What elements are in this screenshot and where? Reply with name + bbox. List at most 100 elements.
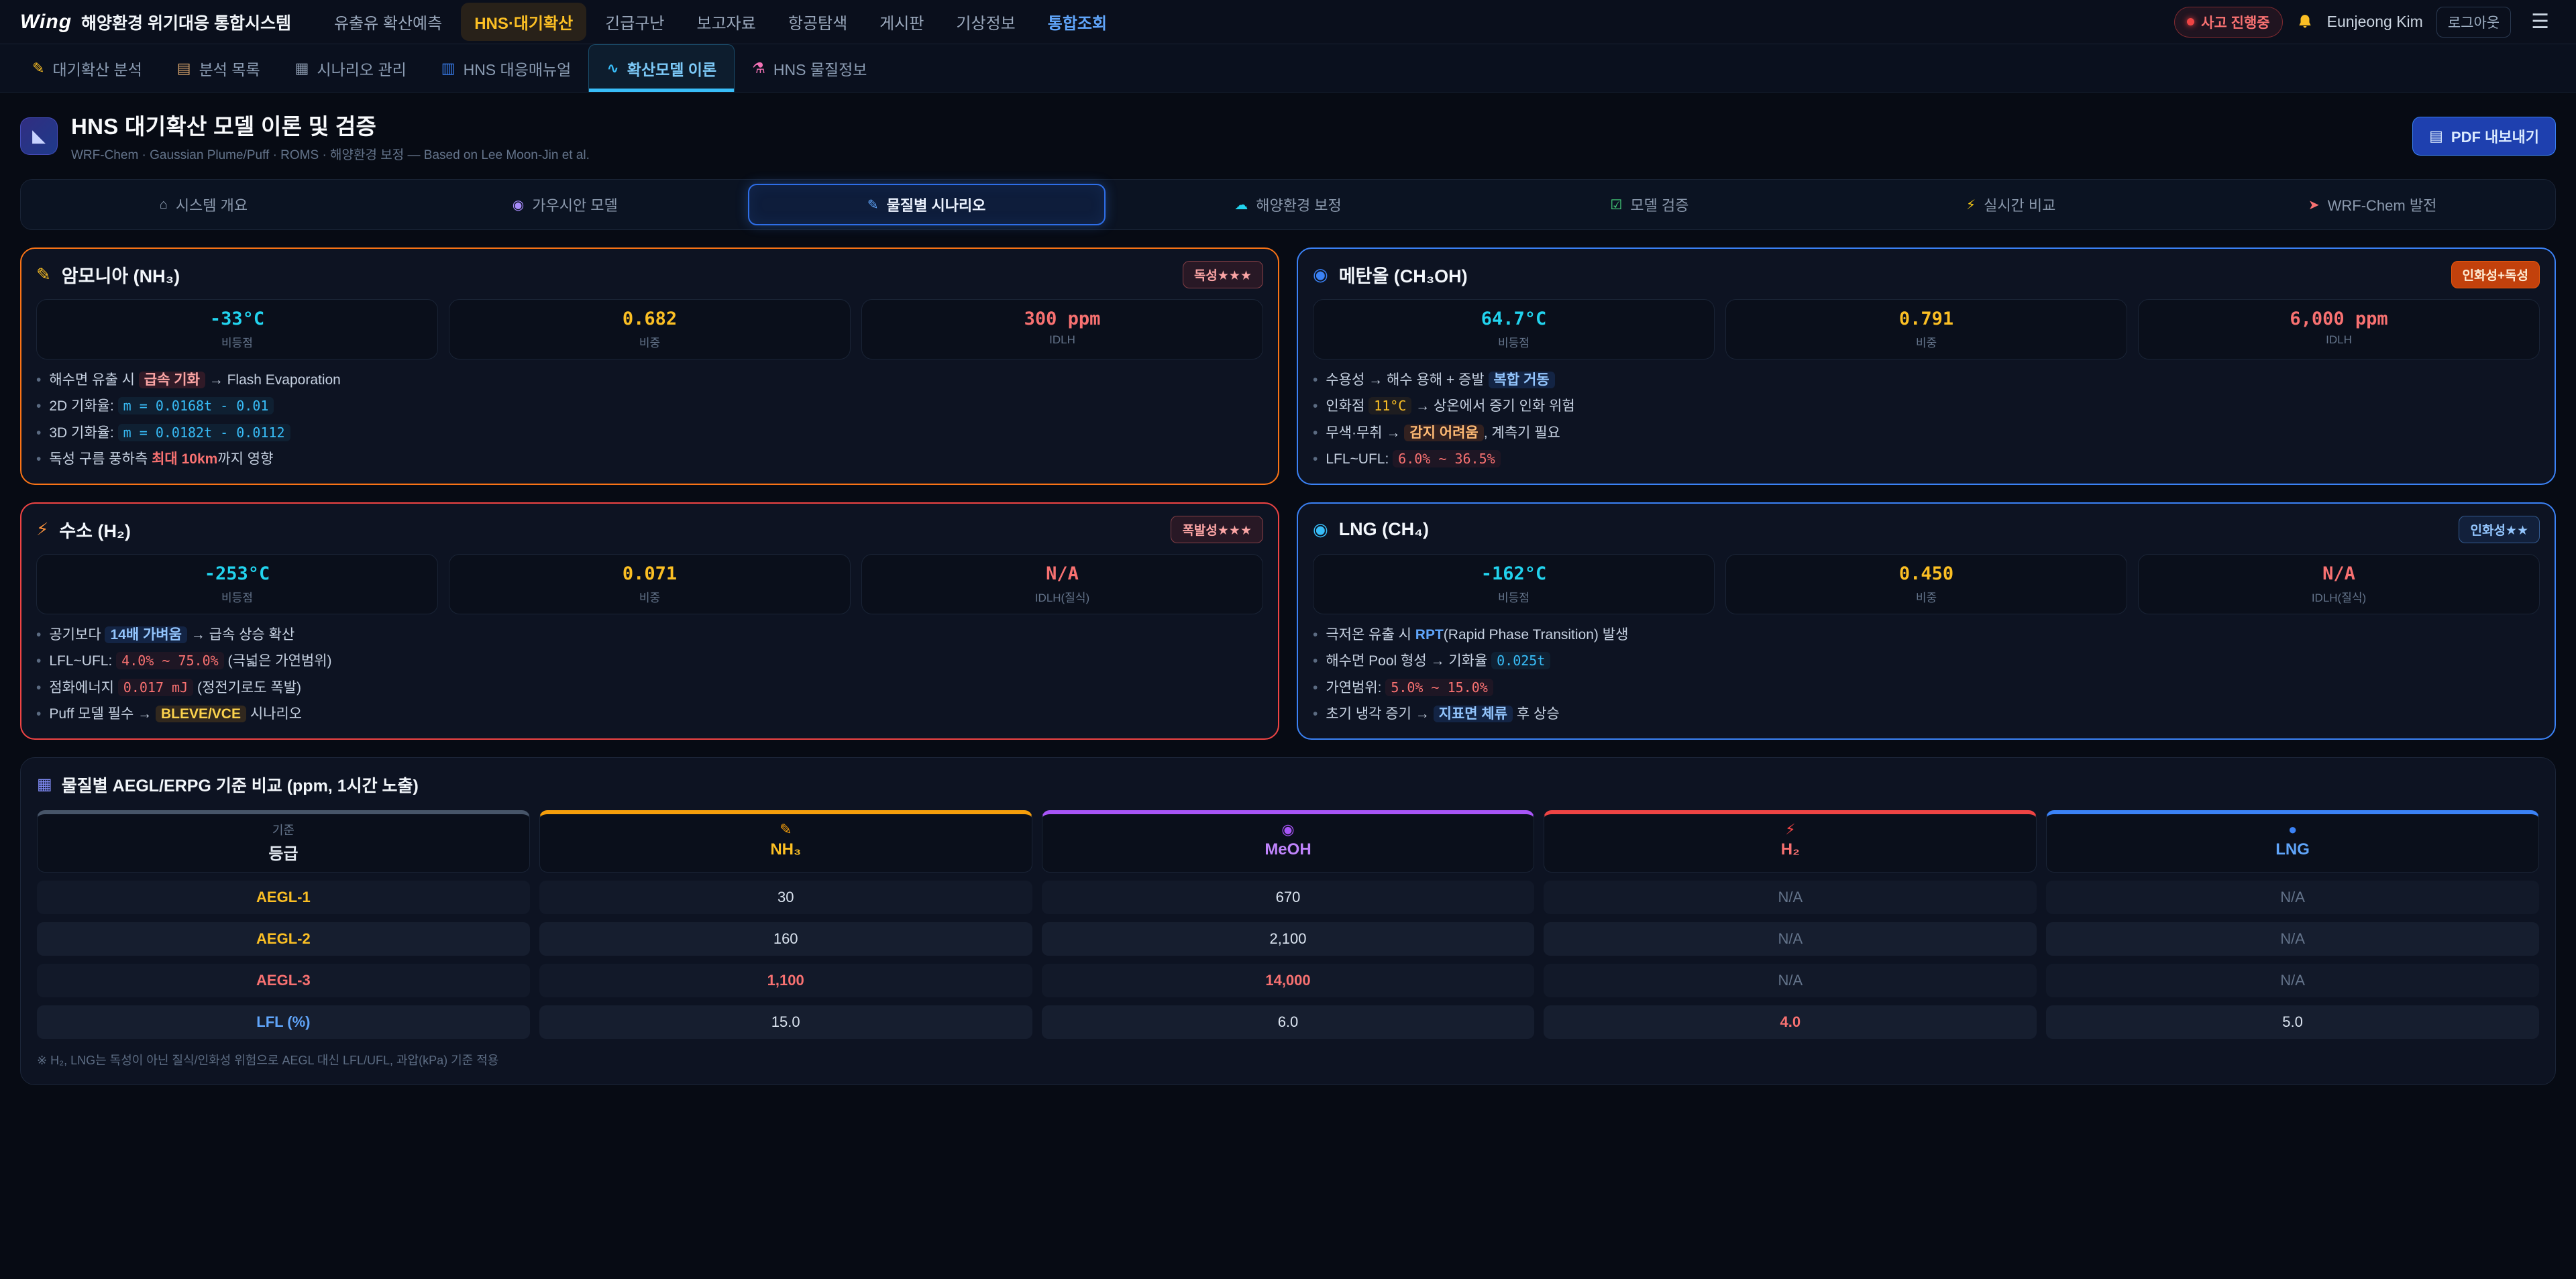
subnav-item[interactable]: ✎대기확산 분석 (15, 44, 160, 92)
bullet-text: 점화에너지 0.017 mJ (정전기로도 폭발) (49, 678, 301, 698)
page-title: HNS 대기확산 모델 이론 및 검증 (71, 109, 590, 141)
table-cell: 30 (539, 881, 1032, 914)
table-cell: N/A (1544, 881, 2037, 914)
substance-name: LNG (CH₄) (1339, 519, 2449, 540)
bullet-item: •해수면 유출 시 급속 기화 → Flash Evaporation (36, 370, 1263, 390)
section-tab[interactable]: ◉가우시안 모델 (386, 184, 744, 225)
section-tab[interactable]: ⌂시스템 개요 (25, 184, 382, 225)
substance-card: ⚡수소 (H₂)폭발성★★★-253°C비등점0.071비중N/AIDLH(질식… (20, 502, 1279, 740)
bullet-marker: • (1313, 396, 1318, 416)
bullet-item: •독성 구름 풍하측 최대 10km까지 영향 (36, 449, 1263, 469)
bullet-text: 해수면 Pool 형성 → 기화율 0.025t (1326, 651, 1550, 671)
section-tab-label: 실시간 비교 (1984, 194, 2055, 215)
bullet-item: •가연범위: 5.0% ~ 15.0% (1313, 678, 2540, 698)
section-tab[interactable]: ✎물질별 시나리오 (748, 184, 1106, 225)
table-cell: 14,000 (1042, 964, 1535, 997)
subnav-item-label: 분석 목록 (199, 57, 260, 80)
table-column-header: ✎NH₃ (539, 810, 1032, 873)
bullet-marker: • (36, 370, 41, 390)
text-segment: (Rapid Phase Transition) 발생 (1444, 627, 1629, 643)
marine-correction-icon: ☁ (1234, 197, 1248, 213)
incident-badge-label: 사고 진행중 (2201, 12, 2269, 32)
stat-value: -33°C (42, 309, 432, 329)
subnav-item-label: 확산모델 이론 (627, 57, 716, 80)
rocket-icon: ➤ (2308, 197, 2320, 213)
text-segment: 까지 영향 (217, 451, 273, 467)
subnav-item-label: HNS 물질정보 (773, 57, 867, 80)
bullet-text: 공기보다 14배 가벼움 → 급속 상승 확산 (49, 625, 294, 645)
bullet-marker: • (1313, 625, 1318, 645)
table-row-label: AEGL-1 (37, 881, 530, 914)
brand: Wing 해양환경 위기대응 통합시스템 (20, 10, 291, 34)
text-segment: (극넓은 가연범위) (224, 653, 332, 669)
bullet-text: 3D 기화율: m = 0.0182t - 0.0112 (49, 423, 290, 443)
section-tab[interactable]: ⚡실시간 비교 (1832, 184, 2190, 225)
page-header: ◣ HNS 대기확산 모델 이론 및 검증 WRF-Chem · Gaussia… (0, 93, 2576, 175)
table-row-label: LFL (%) (37, 1005, 530, 1039)
text-segment: → Flash Evaporation (205, 372, 341, 388)
text-segment: 5.0% ~ 15.0% (1385, 679, 1493, 696)
subnav-item[interactable]: ∿확산모델 이론 (588, 44, 735, 92)
subnav-item[interactable]: ▥HNS 대응매뉴얼 (424, 44, 589, 92)
logout-button[interactable]: 로그아웃 (2436, 7, 2511, 38)
pdf-export-button[interactable]: ▤ PDF 내보내기 (2412, 117, 2556, 156)
subnav-item[interactable]: ⚗HNS 물질정보 (735, 44, 884, 92)
stat-label: 비등점 (1319, 588, 1709, 605)
bullet-marker: • (36, 625, 41, 645)
stat-box: -162°C 비등점 (1313, 554, 1715, 614)
table-footnote: ※ H₂, LNG는 독성이 아닌 질식/인화성 위험으로 AEGL 대신 LF… (37, 1051, 2539, 1068)
table-cell: 670 (1042, 881, 1535, 914)
main-menu-item[interactable]: 긴급구난 (592, 3, 678, 41)
table-title-label: 물질별 AEGL/ERPG 기준 비교 (ppm, 1시간 노출) (62, 773, 419, 797)
text-segment: RPT (1415, 627, 1444, 643)
table-cell: N/A (2046, 964, 2539, 997)
stat-value: N/A (867, 563, 1257, 584)
main-menu-item[interactable]: 유출유 확산예측 (321, 3, 455, 41)
text-segment: → 급속 상승 확산 (187, 627, 294, 643)
notification-bell-icon[interactable] (2296, 13, 2314, 31)
hamburger-menu-icon[interactable]: ☰ (2524, 9, 2556, 35)
stat-value: 0.791 (1731, 309, 2121, 329)
column-name: NH₃ (540, 840, 1032, 859)
stat-value: 300 ppm (867, 309, 1257, 329)
column-name: 등급 (38, 840, 529, 864)
stat-box: 0.682비중 (449, 299, 851, 359)
stat-value: 0.450 (1731, 563, 2121, 584)
section-tab[interactable]: ☁ 해양환경 보정 (1110, 184, 1467, 225)
table-title: ▦ 물질별 AEGL/ERPG 기준 비교 (ppm, 1시간 노출) (37, 773, 2539, 797)
bullet-item: •수용성 → 해수 용해 + 증발 복합 거동 (1313, 370, 2540, 390)
section-tab-label: 해양환경 보정 (1256, 194, 1342, 215)
stat-label: 비등점 (42, 588, 432, 605)
stat-value: -162°C (1319, 563, 1709, 584)
bullet-text: Puff 모델 필수 → BLEVE/VCE 시나리오 (49, 704, 302, 724)
substance-card-header: ⚡수소 (H₂)폭발성★★★ (36, 516, 1263, 543)
section-tab[interactable]: ➤WRF-Chem 발전 (2194, 184, 2551, 225)
main-menu-item[interactable]: 항공탐색 (775, 3, 861, 41)
text-segment: 점화에너지 (49, 680, 117, 696)
bullet-marker: • (36, 678, 41, 698)
text-segment: 11°C (1368, 397, 1411, 414)
subnav-item[interactable]: ▤분석 목록 (160, 44, 278, 92)
main-menu-item[interactable]: 기상정보 (943, 3, 1028, 41)
section-tab[interactable]: ☑모델 검증 (1470, 184, 1828, 225)
bullet-marker: • (1313, 423, 1318, 443)
main-menu-item[interactable]: 통합조회 (1034, 3, 1120, 41)
main-menu-item[interactable]: HNS·대기확산 (461, 3, 586, 41)
bullet-item: •3D 기화율: m = 0.0182t - 0.0112 (36, 423, 1263, 443)
bullet-marker: • (1313, 651, 1318, 671)
table-row-label: AEGL-2 (37, 922, 530, 956)
stat-label: 비중 (455, 588, 845, 605)
stat-label: 비중 (1731, 333, 2121, 350)
table-grid-icon: ▦ (37, 775, 52, 794)
bullet-item: •인화점 11°C → 상온에서 증기 인화 위험 (1313, 396, 2540, 416)
subnav-item[interactable]: ▦시나리오 관리 (278, 44, 424, 92)
stat-label: IDLH (867, 333, 1257, 347)
stat-label: IDLH(질식) (2144, 588, 2534, 605)
main-menu-item[interactable]: 게시판 (866, 3, 937, 41)
main-menu-item[interactable]: 보고자료 (684, 3, 769, 41)
text-segment: 4.0% ~ 75.0% (116, 652, 224, 669)
stat-label: 비중 (455, 333, 845, 350)
incident-status-badge[interactable]: 사고 진행중 (2174, 7, 2282, 38)
section-tab-label: 시스템 개요 (176, 194, 248, 215)
text-segment: 극저온 유출 시 (1326, 627, 1415, 643)
